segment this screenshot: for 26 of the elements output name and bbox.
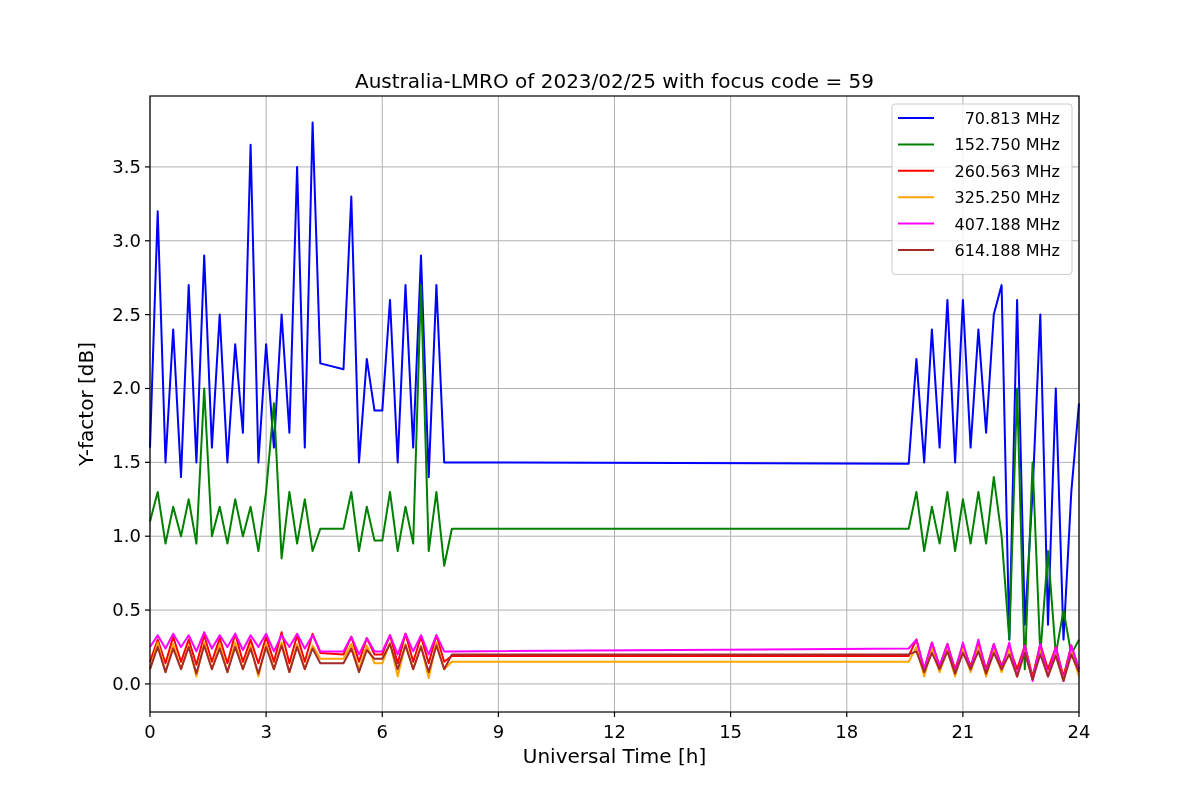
legend-label: 70.813 MHz — [964, 109, 1060, 128]
y-tick-label: 2.5 — [112, 303, 141, 325]
legend-label: 260.563 MHz — [954, 161, 1060, 181]
x-tick-label: 21 — [951, 721, 975, 742]
y-tick-label: 0.0 — [112, 672, 141, 694]
y-tick-label: 1.5 — [112, 451, 141, 473]
x-tick-label: 0 — [144, 721, 156, 742]
x-tick-label: 24 — [1067, 721, 1091, 742]
legend-label: 152.750 MHz — [954, 135, 1060, 155]
y-axis-label: Y-factor [dB] — [74, 342, 98, 466]
y-tick-label: 1.0 — [112, 525, 141, 547]
x-axis-label: Universal Time [h] — [522, 744, 707, 768]
legend-label: 407.188 MHz — [954, 214, 1060, 234]
x-tick-label: 9 — [492, 721, 505, 742]
x-tick-label: 18 — [835, 721, 859, 742]
x-tick-label: 6 — [376, 721, 388, 742]
y-tick-label: 2.0 — [112, 377, 141, 399]
x-tick-label: 15 — [719, 721, 743, 742]
legend-label: 614.188 MHz — [954, 241, 1060, 260]
chart-title: Australia-LMRO of 2023/02/25 with focus code = 59 — [355, 69, 874, 93]
legend-label: 325.250 MHz — [954, 188, 1060, 208]
y-tick-label: 3.5 — [112, 155, 141, 177]
x-tick-label: 3 — [260, 721, 272, 742]
y-tick-label: 3.0 — [112, 229, 141, 251]
x-tick-label: 12 — [603, 721, 626, 742]
y-tick-label: 0.5 — [112, 599, 141, 621]
